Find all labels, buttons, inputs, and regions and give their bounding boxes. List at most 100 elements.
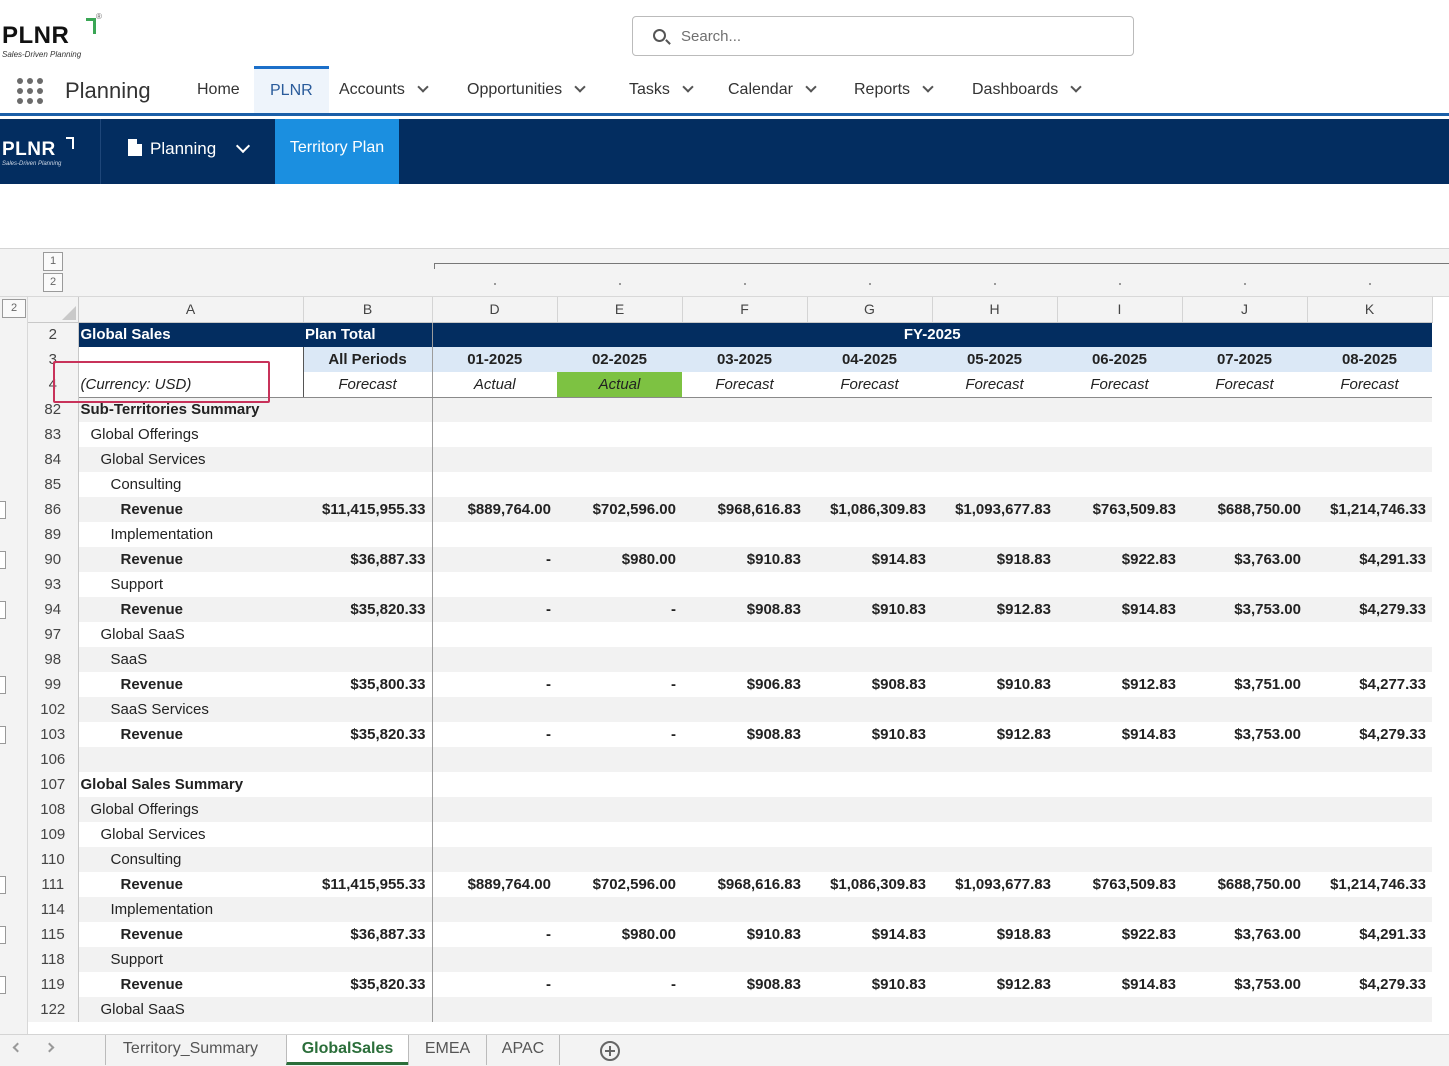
value-cell[interactable]	[807, 622, 932, 647]
value-cell[interactable]	[432, 472, 557, 497]
value-cell[interactable]	[1182, 522, 1307, 547]
value-cell[interactable]: $1,214,746.33	[1307, 872, 1432, 897]
value-cell[interactable]: $908.83	[682, 722, 807, 747]
plan-total-cell[interactable]	[303, 622, 433, 647]
tab-territory-plan[interactable]: Territory Plan	[275, 119, 399, 184]
row-label-cell[interactable]: Revenue	[78, 672, 303, 697]
row-number[interactable]: 4	[28, 372, 79, 397]
value-cell[interactable]: $914.83	[807, 547, 932, 572]
row-number[interactable]: 110	[28, 847, 79, 872]
row-label-cell[interactable]: Global Services	[78, 447, 303, 472]
value-cell[interactable]	[557, 572, 682, 597]
value-cell[interactable]	[432, 997, 557, 1022]
value-cell[interactable]: -	[557, 722, 682, 747]
row-label-cell[interactable]: Global SaaS	[78, 997, 303, 1022]
value-cell[interactable]	[932, 997, 1057, 1022]
value-cell[interactable]	[1057, 772, 1182, 797]
cell-title[interactable]: Global Sales	[78, 322, 303, 347]
value-cell[interactable]	[1307, 822, 1432, 847]
value-cell[interactable]	[682, 572, 807, 597]
column-header[interactable]: K	[1307, 297, 1433, 323]
value-cell[interactable]	[807, 897, 932, 922]
row-label-cell[interactable]: Support	[78, 572, 303, 597]
row-number[interactable]: 86	[28, 497, 79, 522]
value-cell[interactable]	[1307, 947, 1432, 972]
row-number[interactable]: 122	[28, 997, 79, 1022]
value-cell[interactable]	[932, 822, 1057, 847]
value-cell[interactable]: $3,753.00	[1182, 597, 1307, 622]
value-cell[interactable]: -	[557, 972, 682, 997]
row-group-toggle[interactable]	[0, 501, 6, 519]
value-cell[interactable]	[932, 522, 1057, 547]
row-label-cell[interactable]: Revenue	[78, 872, 303, 897]
value-cell[interactable]	[432, 847, 557, 872]
plan-total-cell[interactable]: $35,800.33	[303, 672, 433, 697]
value-cell[interactable]	[1307, 747, 1432, 772]
row-group-toggle[interactable]	[0, 976, 6, 994]
value-cell[interactable]	[1182, 822, 1307, 847]
row-label-cell[interactable]: Revenue	[78, 972, 303, 997]
row-label-cell[interactable]: SaaS Services	[78, 697, 303, 722]
row-number[interactable]: 106	[28, 747, 79, 772]
value-cell[interactable]	[1182, 397, 1307, 422]
cell-period[interactable]: 06-2025	[1057, 347, 1182, 372]
spreadsheet[interactable]: 1 2 2 A B D E F G H I J K 2 Global Sales…	[0, 248, 1449, 1034]
row-number[interactable]: 89	[28, 522, 79, 547]
row-number[interactable]: 2	[28, 322, 79, 347]
row-label-cell[interactable]: Global Offerings	[78, 797, 303, 822]
row-number[interactable]: 83	[28, 422, 79, 447]
row-number[interactable]: 108	[28, 797, 79, 822]
row-number[interactable]: 118	[28, 947, 79, 972]
value-cell[interactable]	[807, 747, 932, 772]
value-cell[interactable]	[932, 747, 1057, 772]
plan-total-cell[interactable]	[303, 897, 433, 922]
value-cell[interactable]	[807, 947, 932, 972]
value-cell[interactable]	[682, 747, 807, 772]
cell-type[interactable]: Actual	[432, 372, 557, 398]
cell[interactable]	[78, 347, 303, 372]
value-cell[interactable]	[932, 847, 1057, 872]
value-cell[interactable]	[1307, 847, 1432, 872]
chevron-down-icon[interactable]	[805, 81, 817, 93]
value-cell[interactable]	[932, 472, 1057, 497]
value-cell[interactable]	[682, 697, 807, 722]
value-cell[interactable]	[1182, 847, 1307, 872]
cell-period[interactable]: 03-2025	[682, 347, 807, 372]
value-cell[interactable]	[1057, 947, 1182, 972]
value-cell[interactable]	[1057, 897, 1182, 922]
value-cell[interactable]: $1,093,677.83	[932, 497, 1057, 522]
value-cell[interactable]: $968,616.83	[682, 497, 807, 522]
column-header[interactable]: F	[682, 297, 808, 323]
plan-total-cell[interactable]	[303, 472, 433, 497]
value-cell[interactable]	[682, 472, 807, 497]
row-group-toggle[interactable]	[0, 726, 6, 744]
value-cell[interactable]	[1057, 822, 1182, 847]
row-label-cell[interactable]: Sub-Territories Summary	[78, 397, 303, 422]
cell-currency[interactable]: (Currency: USD)	[78, 372, 303, 398]
chevron-down-icon[interactable]	[682, 81, 694, 93]
row-label-cell[interactable]: Global SaaS	[78, 622, 303, 647]
plan-total-cell[interactable]	[303, 697, 433, 722]
plan-total-cell[interactable]: $36,887.33	[303, 547, 433, 572]
value-cell[interactable]	[807, 997, 932, 1022]
value-cell[interactable]	[807, 472, 932, 497]
plan-total-cell[interactable]	[303, 822, 433, 847]
value-cell[interactable]	[557, 772, 682, 797]
row-label-cell[interactable]: SaaS	[78, 647, 303, 672]
value-cell[interactable]: $763,509.83	[1057, 497, 1182, 522]
column-header[interactable]: E	[557, 297, 683, 323]
plan-total-cell[interactable]	[303, 522, 433, 547]
value-cell[interactable]: $702,596.00	[557, 497, 682, 522]
value-cell[interactable]: $912.83	[932, 722, 1057, 747]
value-cell[interactable]	[932, 772, 1057, 797]
cell-type[interactable]: Forecast	[302, 372, 433, 398]
column-header[interactable]: H	[932, 297, 1058, 323]
row-label-cell[interactable]: Implementation	[78, 897, 303, 922]
value-cell[interactable]: $889,764.00	[432, 872, 557, 897]
value-cell[interactable]	[432, 772, 557, 797]
plan-total-cell[interactable]	[303, 647, 433, 672]
column-header[interactable]: I	[1057, 297, 1183, 323]
planning-menu-button[interactable]: Planning	[128, 138, 251, 159]
value-cell[interactable]	[682, 772, 807, 797]
row-number[interactable]: 114	[28, 897, 79, 922]
